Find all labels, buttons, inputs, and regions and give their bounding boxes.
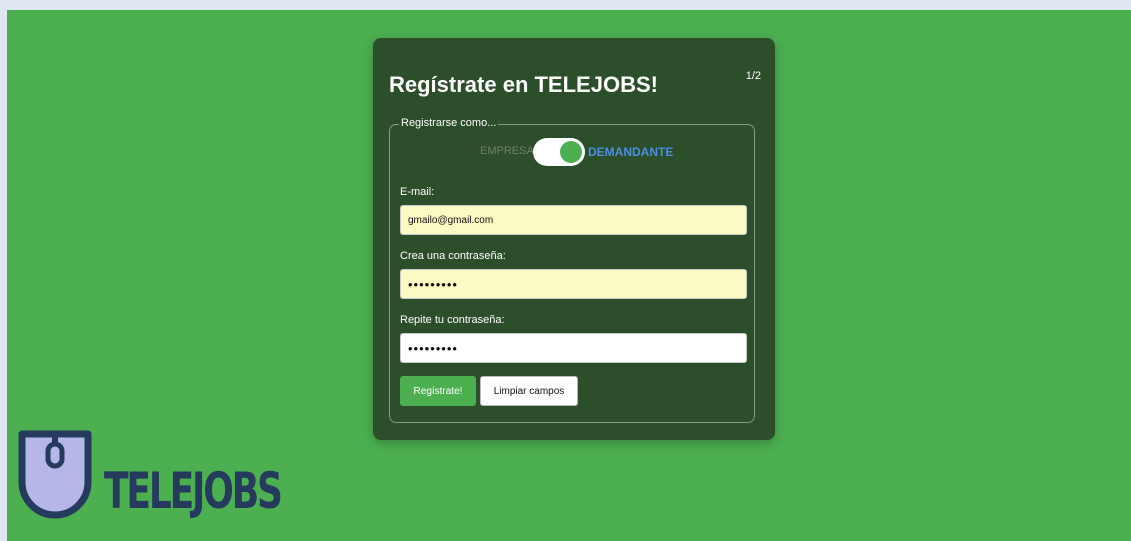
repeat-password-field[interactable] xyxy=(400,333,747,363)
role-toggle-row: EMPRESA DEMANDANTE xyxy=(390,137,754,167)
role-toggle-switch[interactable] xyxy=(533,138,585,166)
fieldset-legend: Registrarse como... xyxy=(399,117,499,129)
telejobs-logo: TELEJOBS xyxy=(16,424,283,541)
toggle-option-demandante[interactable]: DEMANDANTE xyxy=(588,145,673,159)
left-strip xyxy=(0,0,7,541)
step-indicator: 1/2 xyxy=(745,70,761,82)
register-fieldset: Registrarse como... EMPRESA DEMANDANTE E… xyxy=(389,117,755,423)
email-field[interactable] xyxy=(400,205,747,235)
toggle-knob xyxy=(560,141,582,163)
page-title: Regístrate en TELEJOBS! xyxy=(389,72,658,97)
computer-mouse-icon xyxy=(18,430,92,519)
repeat-password-label: Repite tu contraseña: xyxy=(400,314,505,326)
top-strip xyxy=(0,0,1131,10)
logo-text: TELEJOBS xyxy=(104,462,283,520)
register-card: Regístrate en TELEJOBS! 1/2 Registrarse … xyxy=(373,38,775,440)
clear-fields-button[interactable]: Limpiar campos xyxy=(480,376,578,406)
register-button[interactable]: Regístrate! xyxy=(400,376,476,406)
password-field[interactable] xyxy=(400,269,747,299)
password-label: Crea una contraseña: xyxy=(400,250,506,262)
toggle-option-empresa[interactable]: EMPRESA xyxy=(480,145,534,157)
email-label: E-mail: xyxy=(400,186,435,198)
